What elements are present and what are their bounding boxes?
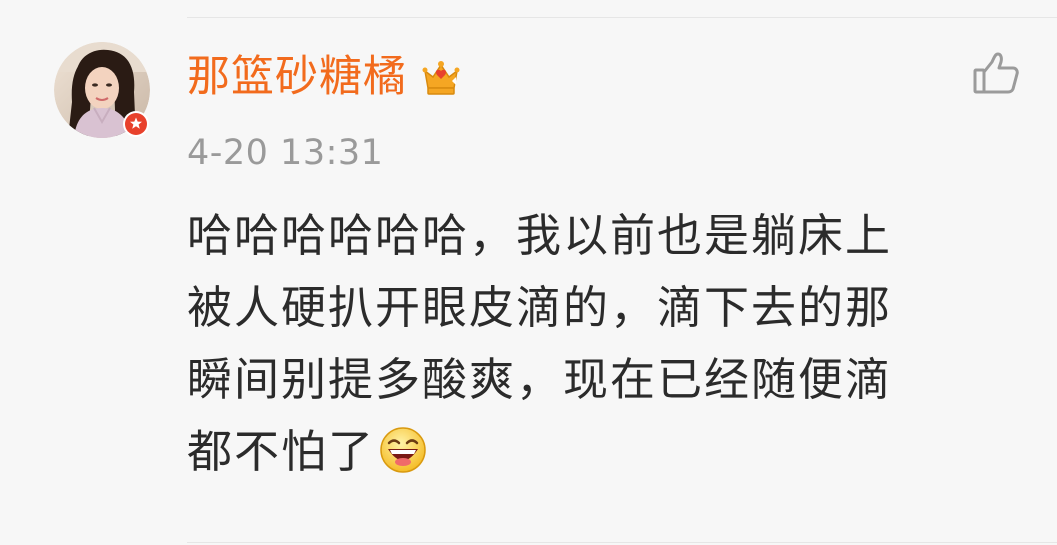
comment-item: 那篮砂糖橘 4-20 13:31 哈哈哈哈哈哈，我以前也是躺床上 被人硬扒开眼皮… [0, 0, 1057, 545]
username-row: 那篮砂糖橘 [187, 46, 463, 108]
comment-text: 哈哈哈哈哈哈，我以前也是躺床上 被人硬扒开眼皮滴的，滴下去的那 瞬间别提多酸爽，… [187, 209, 893, 478]
thumbs-up-icon [973, 52, 1019, 94]
divider [187, 17, 1057, 18]
laughing-emoji-icon [380, 427, 426, 473]
like-button[interactable] [970, 50, 1022, 98]
avatar[interactable] [54, 42, 150, 138]
username[interactable]: 那篮砂糖橘 [187, 46, 407, 108]
crown-icon[interactable] [419, 55, 463, 99]
timestamp: 4-20 13:31 [187, 133, 384, 173]
comment-body: 哈哈哈哈哈哈，我以前也是躺床上 被人硬扒开眼皮滴的，滴下去的那 瞬间别提多酸爽，… [187, 200, 1017, 488]
verified-badge-icon [123, 111, 149, 137]
divider [187, 542, 1057, 543]
